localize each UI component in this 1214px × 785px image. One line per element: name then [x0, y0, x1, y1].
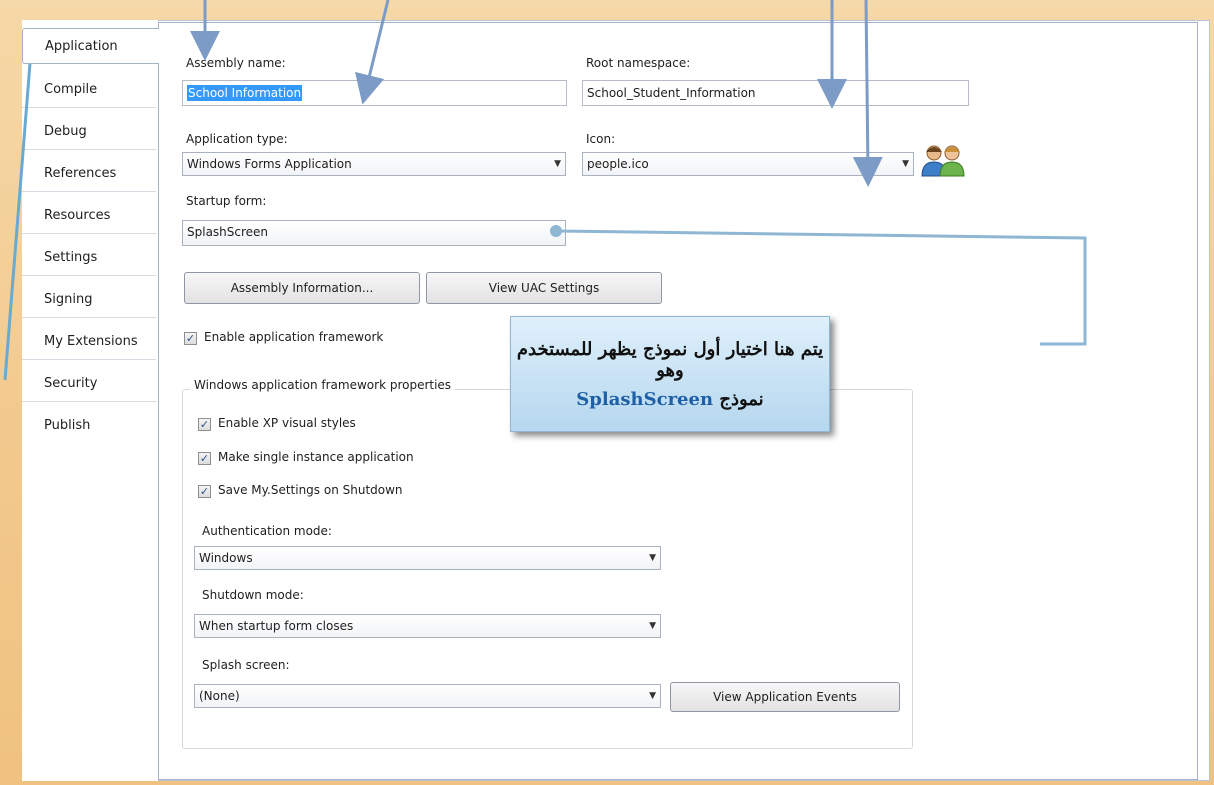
- shutdown-mode-value: When startup form closes: [199, 619, 354, 633]
- tab-signing[interactable]: Signing: [22, 282, 156, 318]
- application-type-value: Windows Forms Application: [187, 157, 352, 171]
- tab-my-extensions[interactable]: My Extensions: [22, 324, 156, 360]
- root-namespace-input[interactable]: School_Student_Information: [582, 80, 969, 106]
- tab-security[interactable]: Security: [22, 366, 156, 402]
- callout-line-2-accent: SplashScreen: [576, 389, 714, 410]
- tab-debug[interactable]: Debug: [22, 114, 156, 150]
- enable-framework-checkbox[interactable]: ✓: [184, 332, 197, 345]
- tab-resources[interactable]: Resources: [22, 198, 156, 234]
- enable-framework-label: Enable application framework: [204, 330, 384, 344]
- framework-properties-legend: Windows application framework properties: [190, 378, 456, 392]
- startup-form-select[interactable]: SplashScreen: [182, 220, 566, 246]
- assembly-name-label: Assembly name:: [186, 56, 286, 70]
- chevron-down-icon: ▼: [649, 621, 656, 631]
- authentication-mode-select[interactable]: Windows ▼: [194, 546, 661, 570]
- tab-publish[interactable]: Publish: [22, 408, 156, 444]
- assembly-information-button[interactable]: Assembly Information...: [184, 272, 420, 304]
- icon-label: Icon:: [586, 132, 616, 146]
- chevron-down-icon: ▼: [902, 159, 909, 169]
- tab-references[interactable]: References: [22, 156, 156, 192]
- people-icon: [921, 145, 965, 177]
- view-uac-settings-button[interactable]: View UAC Settings: [426, 272, 662, 304]
- callout-line-2: نموذج SplashScreen: [511, 389, 829, 410]
- callout-line-2-prefix: نموذج: [719, 389, 764, 410]
- xp-styles-checkbox[interactable]: ✓: [198, 418, 211, 431]
- splash-screen-value: (None): [199, 689, 240, 703]
- icon-select[interactable]: people.ico ▼: [582, 152, 914, 176]
- tab-settings[interactable]: Settings: [22, 240, 156, 276]
- shutdown-mode-label: Shutdown mode:: [202, 588, 304, 602]
- startup-form-value: SplashScreen: [187, 225, 269, 239]
- chevron-down-icon: ▼: [554, 159, 561, 169]
- assembly-name-input[interactable]: School Information: [182, 80, 567, 106]
- authentication-mode-label: Authentication mode:: [202, 524, 332, 538]
- annotation-callout: يتم هنا اختيار أول نموذج يظهر للمستخدم و…: [510, 316, 830, 432]
- view-application-events-button[interactable]: View Application Events: [670, 682, 900, 712]
- shutdown-mode-select[interactable]: When startup form closes ▼: [194, 614, 661, 638]
- tab-application[interactable]: Application: [22, 28, 159, 64]
- root-namespace-label: Root namespace:: [586, 56, 691, 70]
- splash-screen-label: Splash screen:: [202, 658, 290, 672]
- startup-form-label: Startup form:: [186, 194, 267, 208]
- splash-screen-select[interactable]: (None) ▼: [194, 684, 661, 708]
- tab-compile[interactable]: Compile: [22, 72, 156, 108]
- application-type-label: Application type:: [186, 132, 288, 146]
- authentication-mode-value: Windows: [199, 551, 253, 565]
- single-instance-checkbox[interactable]: ✓: [198, 452, 211, 465]
- xp-styles-label: Enable XP visual styles: [218, 416, 356, 430]
- assembly-name-value: School Information: [187, 85, 303, 101]
- callout-line-1: يتم هنا اختيار أول نموذج يظهر للمستخدم و…: [516, 339, 824, 381]
- chevron-down-icon: ▼: [649, 691, 656, 701]
- save-settings-label: Save My.Settings on Shutdown: [218, 483, 403, 497]
- single-instance-label: Make single instance application: [218, 450, 414, 464]
- application-type-select[interactable]: Windows Forms Application ▼: [182, 152, 566, 176]
- save-settings-checkbox[interactable]: ✓: [198, 485, 211, 498]
- chevron-down-icon: ▼: [649, 553, 656, 563]
- icon-value: people.ico: [587, 157, 649, 171]
